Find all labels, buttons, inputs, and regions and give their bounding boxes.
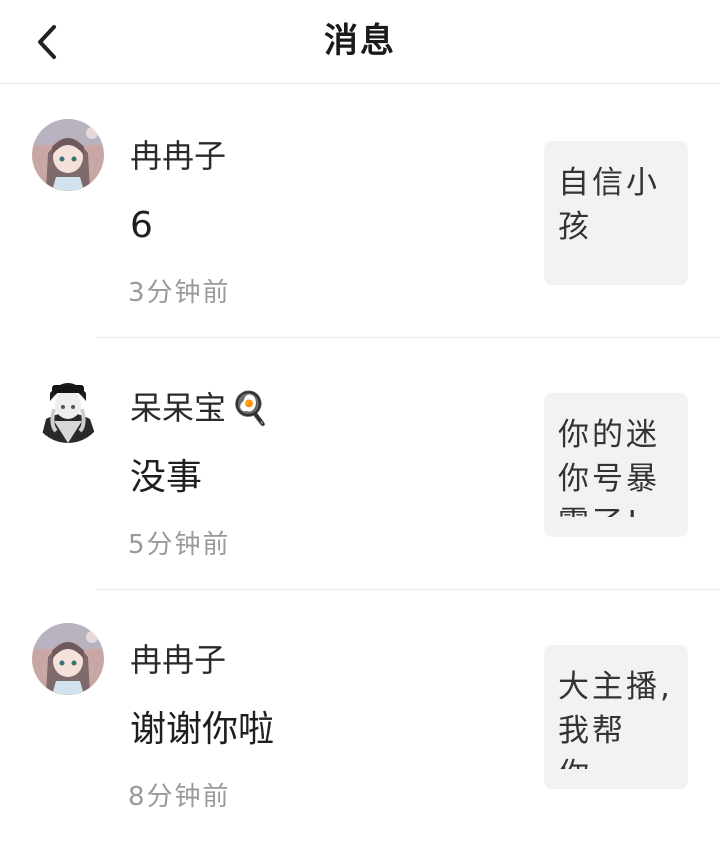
thumbnail-text: 你的迷你号暴露了! (558, 417, 660, 517)
timestamp: 5分钟前 (128, 530, 231, 560)
sender-name: 呆呆宝 🍳 (130, 389, 270, 427)
message-item[interactable]: 冉冉子 谢谢你啦 8分钟前 大主播,我帮你... (0, 590, 720, 842)
message-item[interactable]: 呆呆宝🍳 没事 5分钟前 你的迷你号暴露了! (0, 338, 720, 590)
avatar[interactable] (32, 623, 104, 695)
message-item[interactable]: 冉冉子 6 3分钟前 自信小孩 (0, 86, 720, 338)
avatar[interactable] (32, 119, 104, 191)
sender-name: 冉冉子 (130, 137, 227, 175)
post-thumbnail[interactable]: 你的迷你号暴露了! (544, 393, 688, 537)
top-bar: 消息 (0, 0, 720, 84)
post-thumbnail[interactable]: 自信小孩 (544, 141, 688, 285)
avatar[interactable] (32, 371, 104, 443)
message-text: 谢谢你啦 (130, 709, 275, 750)
sender-name: 冉冉子 (130, 641, 227, 679)
timestamp: 8分钟前 (128, 782, 231, 812)
message-text: 6 (130, 205, 153, 246)
message-text: 没事 (130, 457, 203, 498)
post-thumbnail[interactable]: 大主播,我帮你... (544, 645, 688, 789)
thumbnail-text: 大主播,我帮你... (558, 669, 673, 769)
thumbnail-text: 自信小孩 (558, 165, 660, 245)
page-title: 消息 (324, 21, 396, 61)
timestamp: 3分钟前 (128, 278, 231, 308)
frying-pan-egg-icon: 🍳 (230, 389, 270, 427)
